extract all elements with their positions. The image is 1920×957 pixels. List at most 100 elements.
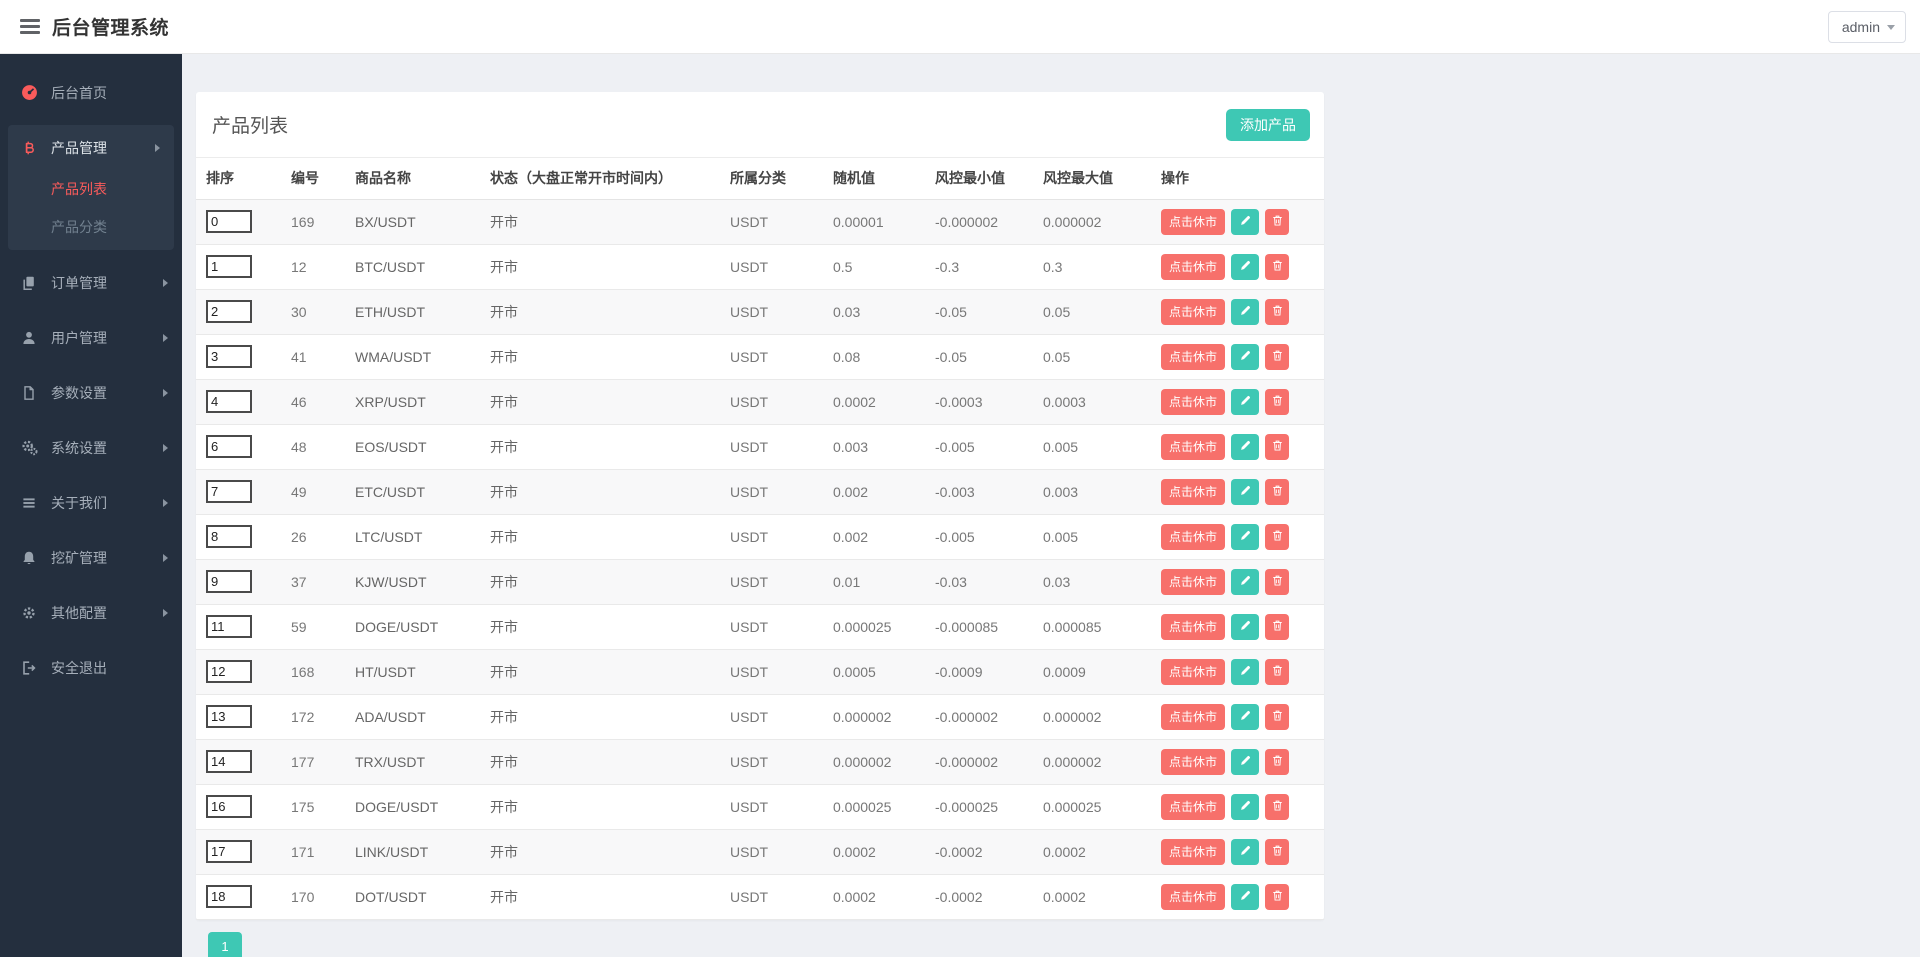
sidebar-subitem-product-list[interactable]: 产品列表 — [8, 170, 174, 208]
sidebar-item-product-manage[interactable]: 产品管理 — [8, 125, 174, 170]
delete-button[interactable] — [1265, 658, 1290, 685]
edit-button[interactable] — [1231, 568, 1260, 595]
admin-dropdown[interactable]: admin — [1827, 10, 1906, 43]
random-value: 0.000002 — [823, 694, 925, 740]
column-header: 风控最小值 — [925, 158, 1033, 200]
sort-input[interactable] — [206, 435, 252, 458]
delete-button[interactable] — [1265, 433, 1290, 460]
delete-button[interactable] — [1265, 568, 1290, 595]
table-row: 168HT/USDT开市USDT0.0005-0.00090.0009 点击休市 — [196, 649, 1324, 695]
sidebar-item-mining-manage[interactable]: 挖矿管理 — [0, 535, 182, 580]
sort-input[interactable] — [206, 660, 252, 683]
sort-input[interactable] — [206, 480, 252, 503]
random-value: 0.00001 — [823, 199, 925, 245]
close-market-button[interactable]: 点击休市 — [1161, 478, 1226, 505]
sort-input[interactable] — [206, 255, 252, 278]
product-status: 开市 — [480, 289, 720, 335]
pagination: 1 — [208, 931, 1920, 957]
edit-button[interactable] — [1231, 748, 1260, 775]
edit-button[interactable] — [1231, 433, 1260, 460]
delete-button[interactable] — [1265, 298, 1290, 325]
edit-button[interactable] — [1231, 703, 1260, 730]
close-market-button[interactable]: 点击休市 — [1161, 523, 1226, 550]
product-name: ADA/USDT — [345, 694, 480, 740]
edit-button[interactable] — [1231, 613, 1260, 640]
delete-button[interactable] — [1265, 343, 1290, 370]
delete-button[interactable] — [1265, 208, 1290, 235]
table-row: 175DOGE/USDT开市USDT0.000025-0.0000250.000… — [196, 784, 1324, 830]
edit-button[interactable] — [1231, 388, 1260, 415]
edit-button[interactable] — [1231, 658, 1260, 685]
delete-button[interactable] — [1265, 388, 1290, 415]
risk-min-value: -0.0003 — [925, 379, 1033, 425]
sort-input[interactable] — [206, 300, 252, 323]
sidebar-item-param-settings[interactable]: 参数设置 — [0, 370, 182, 415]
close-market-button[interactable]: 点击休市 — [1161, 793, 1226, 820]
sidebar-item-user-manage[interactable]: 用户管理 — [0, 315, 182, 360]
close-market-button[interactable]: 点击休市 — [1161, 253, 1226, 280]
sort-input[interactable] — [206, 705, 252, 728]
sidebar-subitem-product-category[interactable]: 产品分类 — [8, 208, 174, 246]
edit-button[interactable] — [1231, 883, 1260, 910]
risk-min-value: -0.03 — [925, 559, 1033, 605]
sort-input[interactable] — [206, 885, 252, 908]
sort-input[interactable] — [206, 390, 252, 413]
sidebar-item-about-us[interactable]: 关于我们 — [0, 480, 182, 525]
close-market-button[interactable]: 点击休市 — [1161, 208, 1226, 235]
sidebar-item-other-config[interactable]: 其他配置 — [0, 590, 182, 635]
edit-button[interactable] — [1231, 838, 1260, 865]
edit-button[interactable] — [1231, 253, 1260, 280]
close-market-button[interactable]: 点击休市 — [1161, 388, 1226, 415]
delete-button[interactable] — [1265, 523, 1290, 550]
product-id: 41 — [281, 334, 345, 380]
sort-input[interactable] — [206, 840, 252, 863]
delete-button[interactable] — [1265, 838, 1290, 865]
close-market-button[interactable]: 点击休市 — [1161, 343, 1226, 370]
sort-input[interactable] — [206, 525, 252, 548]
close-market-button[interactable]: 点击休市 — [1161, 613, 1226, 640]
delete-button[interactable] — [1265, 703, 1290, 730]
sidebar-item-home[interactable]: 后台首页 — [0, 70, 182, 115]
sort-input[interactable] — [206, 210, 252, 233]
random-value: 0.0002 — [823, 379, 925, 425]
sort-input[interactable] — [206, 345, 252, 368]
sidebar-item-logout[interactable]: 安全退出 — [0, 645, 182, 690]
delete-button[interactable] — [1265, 478, 1290, 505]
sort-input[interactable] — [206, 750, 252, 773]
close-market-button[interactable]: 点击休市 — [1161, 568, 1226, 595]
close-market-button[interactable]: 点击休市 — [1161, 298, 1226, 325]
edit-button[interactable] — [1231, 298, 1260, 325]
close-market-button[interactable]: 点击休市 — [1161, 658, 1226, 685]
delete-button[interactable] — [1265, 883, 1290, 910]
product-id: 46 — [281, 379, 345, 425]
edit-button[interactable] — [1231, 793, 1260, 820]
close-market-button[interactable]: 点击休市 — [1161, 703, 1226, 730]
product-status: 开市 — [480, 424, 720, 470]
close-market-button[interactable]: 点击休市 — [1161, 838, 1226, 865]
sort-input[interactable] — [206, 615, 252, 638]
close-market-button[interactable]: 点击休市 — [1161, 433, 1226, 460]
delete-button[interactable] — [1265, 793, 1290, 820]
edit-button[interactable] — [1231, 523, 1260, 550]
delete-button[interactable] — [1265, 748, 1290, 775]
pagination-page-1[interactable]: 1 — [208, 931, 242, 957]
delete-button[interactable] — [1265, 253, 1290, 280]
add-product-button[interactable]: 添加产品 — [1226, 108, 1310, 141]
sidebar-item-label: 其他配置 — [51, 604, 107, 621]
sort-input[interactable] — [206, 795, 252, 818]
delete-button[interactable] — [1265, 613, 1290, 640]
product-category: USDT — [720, 469, 823, 515]
sidebar-item-system-settings[interactable]: 系统设置 — [0, 425, 182, 470]
trash-icon — [1271, 844, 1284, 860]
menu-toggle-icon[interactable] — [20, 19, 40, 34]
sidebar-item-order-manage[interactable]: 订单管理 — [0, 260, 182, 305]
close-market-button[interactable]: 点击休市 — [1161, 748, 1226, 775]
risk-max-value: 0.0002 — [1033, 829, 1151, 875]
close-market-button[interactable]: 点击休市 — [1161, 883, 1226, 910]
product-id: 168 — [281, 649, 345, 695]
edit-button[interactable] — [1231, 478, 1260, 505]
product-name: WMA/USDT — [345, 334, 480, 380]
edit-button[interactable] — [1231, 343, 1260, 370]
edit-button[interactable] — [1231, 208, 1260, 235]
sort-input[interactable] — [206, 570, 252, 593]
